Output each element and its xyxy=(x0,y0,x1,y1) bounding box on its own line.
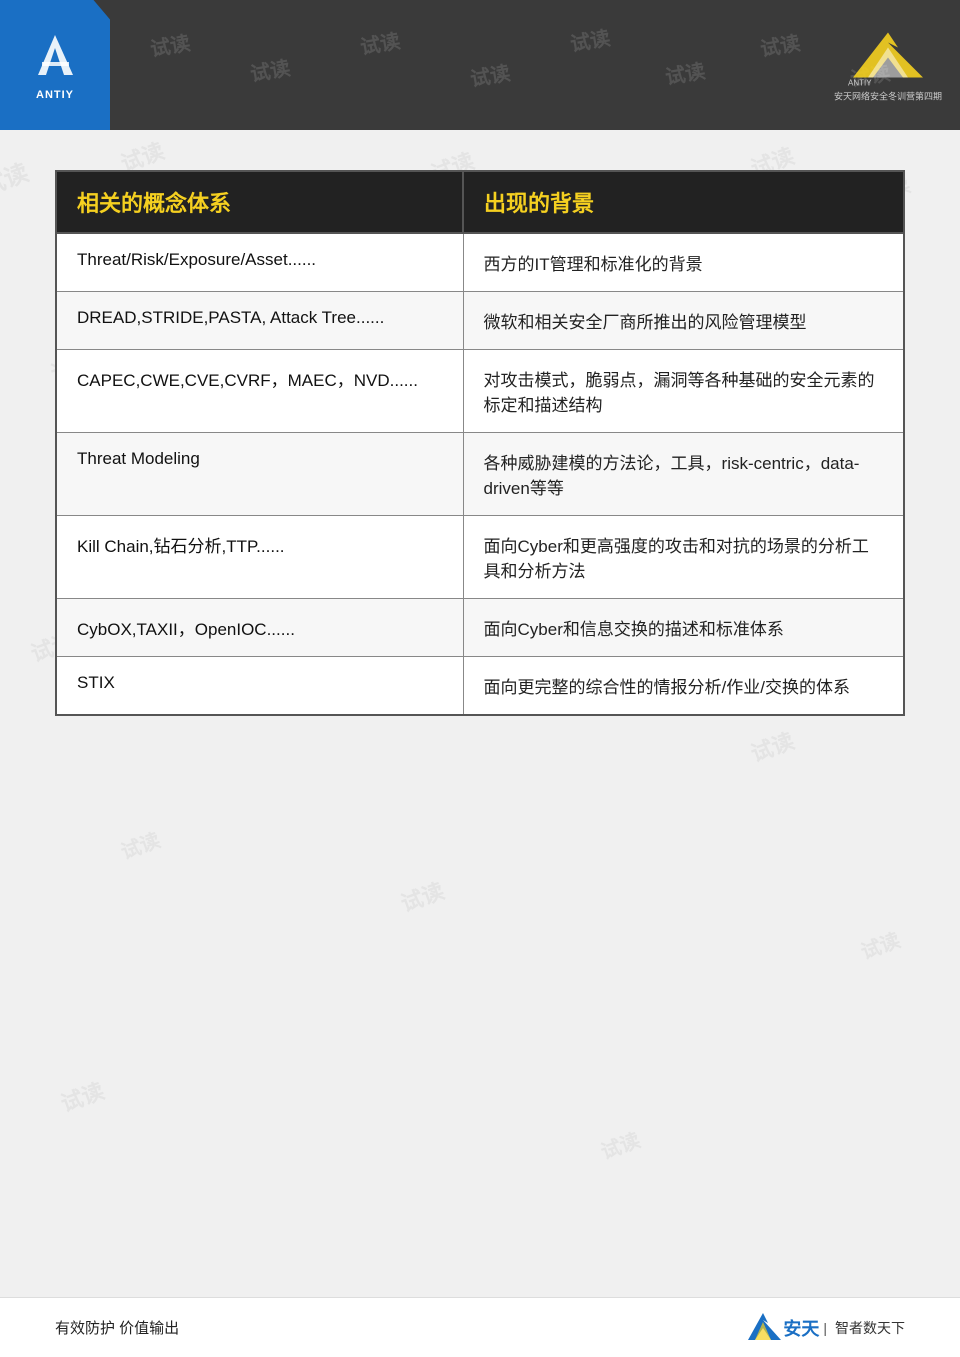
header-watermark-4: 试读 xyxy=(468,57,512,93)
table-cell-left: Threat Modeling xyxy=(56,433,463,516)
table-cell-right: 西方的IT管理和标准化的背景 xyxy=(463,233,904,292)
footer-slogan: 智者数天下 xyxy=(835,1318,905,1338)
header-watermark-6: 试读 xyxy=(663,55,707,91)
table-cell-right: 各种威胁建模的方法论，工具，risk-centric，data-driven等等 xyxy=(463,433,904,516)
header-watermark-2: 试读 xyxy=(248,52,292,88)
page-watermark-18: 试读 xyxy=(56,1073,108,1118)
svg-text:ANTIY: ANTIY xyxy=(848,79,872,88)
header: ANTIY 试读 试读 试读 试读 试读 试读 试读 试读 ANTIY 安天网络… xyxy=(0,0,960,130)
page-watermark-19: 试读 xyxy=(596,1124,644,1165)
page-watermark-16: 试读 xyxy=(396,873,448,918)
header-brand: ANTIY 安天网络安全冬训营第四期 xyxy=(834,28,942,103)
header-watermark-7: 试读 xyxy=(758,27,802,63)
header-watermark-area: 试读 试读 试读 试读 试读 试读 试读 试读 ANTIY 安天网络安全冬训营第… xyxy=(110,0,960,130)
logo-icon xyxy=(28,30,83,85)
table-row: CybOX,TAXII，OpenIOC......面向Cyber和信息交换的描述… xyxy=(56,599,904,657)
concept-table: 相关的概念体系 出现的背景 Threat/Risk/Exposure/Asset… xyxy=(55,170,905,716)
footer: 有效防护 价值输出 安天 | 智者数天下 xyxy=(0,1297,960,1357)
table-row: DREAD,STRIDE,PASTA, Attack Tree......微软和… xyxy=(56,292,904,350)
main-content: 相关的概念体系 出现的背景 Threat/Risk/Exposure/Asset… xyxy=(0,130,960,746)
logo-block: ANTIY xyxy=(0,0,110,130)
table-cell-left: CybOX,TAXII，OpenIOC...... xyxy=(56,599,463,657)
table-cell-right: 面向更完整的综合性的情报分析/作业/交换的体系 xyxy=(463,657,904,716)
footer-logo-text: 安天 xyxy=(783,1315,819,1341)
table-cell-right: 面向Cyber和更高强度的攻击和对抗的场景的分析工具和分析方法 xyxy=(463,516,904,599)
brand-logo-icon: ANTIY xyxy=(843,28,933,88)
page-watermark-17: 试读 xyxy=(856,924,904,965)
table-cell-left: Threat/Risk/Exposure/Asset...... xyxy=(56,233,463,292)
logo-text: ANTIY xyxy=(36,89,74,101)
table-cell-right: 微软和相关安全厂商所推出的风险管理模型 xyxy=(463,292,904,350)
table-cell-left: Kill Chain,钻石分析,TTP...... xyxy=(56,516,463,599)
header-watermark-5: 试读 xyxy=(568,22,612,58)
header-watermark-1: 试读 xyxy=(148,27,192,63)
footer-brand: 安天 | 智者数天下 xyxy=(743,1310,905,1345)
col1-header: 相关的概念体系 xyxy=(56,171,463,233)
footer-brand-icon xyxy=(743,1310,783,1345)
col2-header: 出现的背景 xyxy=(463,171,904,233)
table-row: STIX面向更完整的综合性的情报分析/作业/交换的体系 xyxy=(56,657,904,716)
table-row: Threat Modeling各种威胁建模的方法论，工具，risk-centri… xyxy=(56,433,904,516)
table-cell-right: 对攻击模式，脆弱点，漏洞等各种基础的安全元素的标定和描述结构 xyxy=(463,350,904,433)
table-cell-left: CAPEC,CWE,CVE,CVRF，MAEC，NVD...... xyxy=(56,350,463,433)
table-row: CAPEC,CWE,CVE,CVRF，MAEC，NVD......对攻击模式，脆… xyxy=(56,350,904,433)
header-brand-text: 安天网络安全冬训营第四期 xyxy=(834,90,942,103)
table-row: Threat/Risk/Exposure/Asset......西方的IT管理和… xyxy=(56,233,904,292)
page-watermark-15: 试读 xyxy=(116,824,164,865)
header-watermark-3: 试读 xyxy=(358,25,402,61)
table-row: Kill Chain,钻石分析,TTP......面向Cyber和更高强度的攻击… xyxy=(56,516,904,599)
table-cell-right: 面向Cyber和信息交换的描述和标准体系 xyxy=(463,599,904,657)
table-cell-left: DREAD,STRIDE,PASTA, Attack Tree...... xyxy=(56,292,463,350)
table-cell-left: STIX xyxy=(56,657,463,716)
footer-tagline: 有效防护 价值输出 xyxy=(55,1317,179,1338)
table-header-row: 相关的概念体系 出现的背景 xyxy=(56,171,904,233)
